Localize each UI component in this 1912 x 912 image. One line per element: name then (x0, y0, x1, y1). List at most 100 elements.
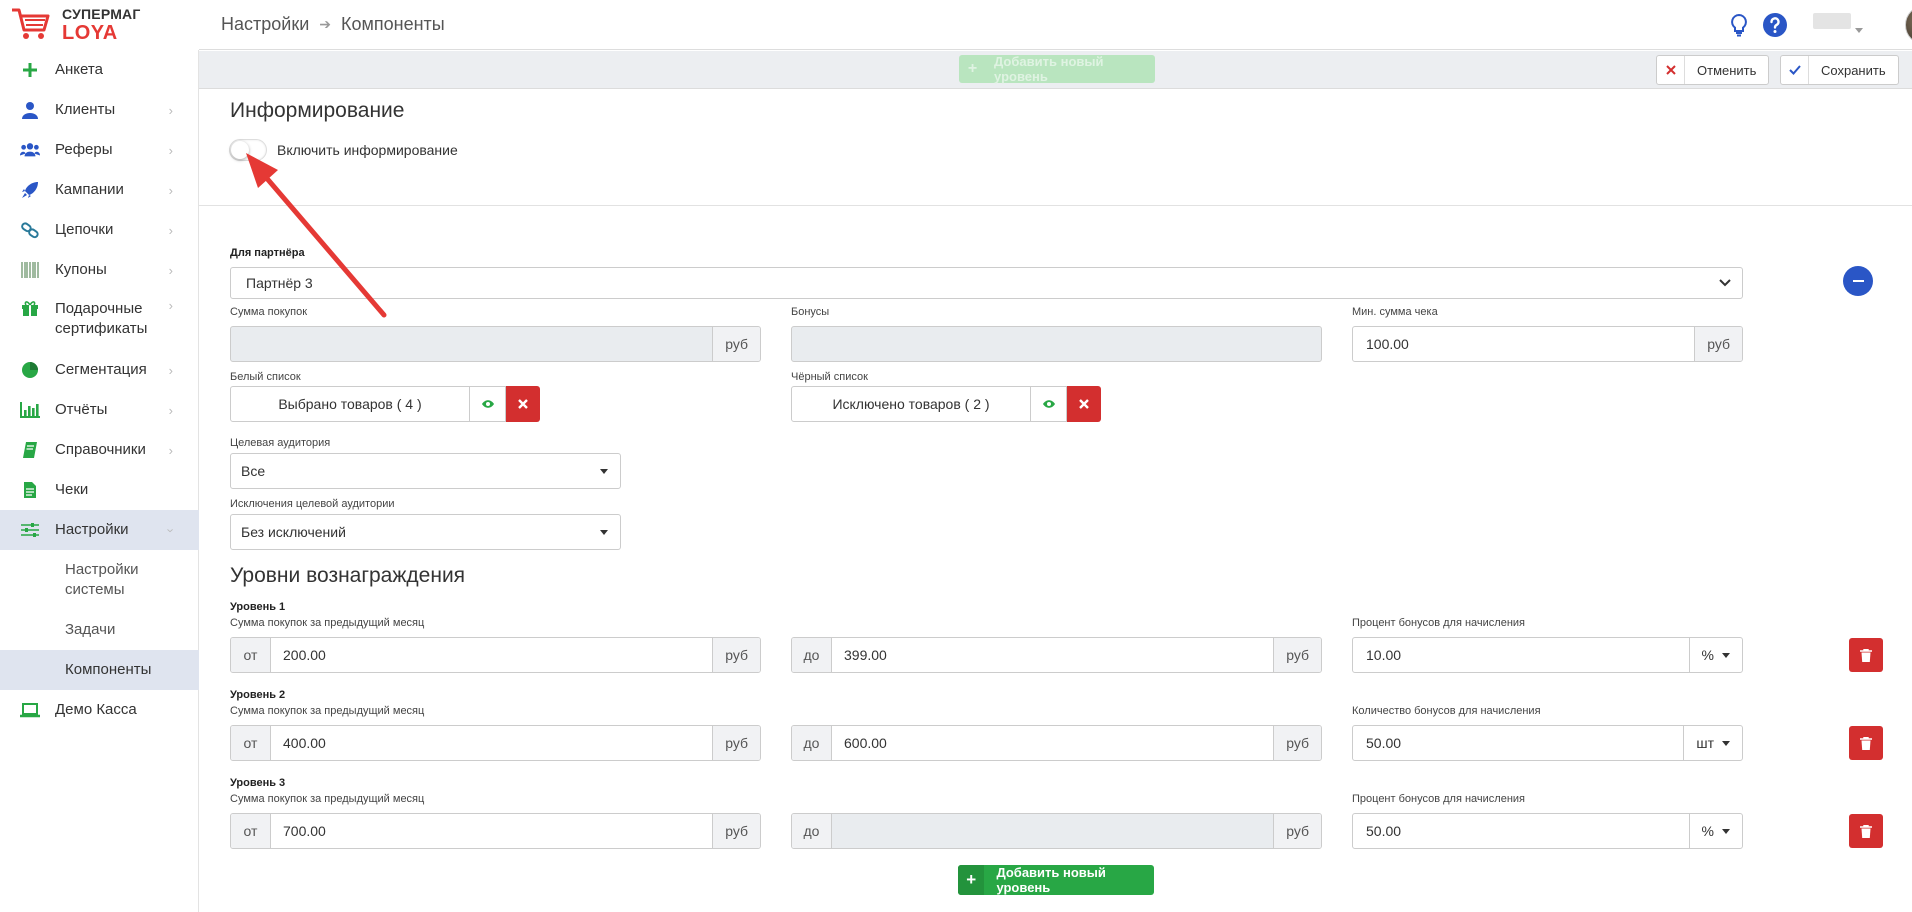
save-button[interactable]: Сохранить (1780, 55, 1899, 85)
level-to-value (832, 814, 1274, 848)
sidebar-item-reports[interactable]: Отчёты › (0, 390, 199, 430)
cancel-button[interactable]: Отменить (1656, 55, 1770, 85)
delete-level-button[interactable] (1849, 814, 1883, 848)
delete-level-button[interactable] (1849, 638, 1883, 672)
currency-addon: руб (1273, 814, 1321, 848)
sidebar-subitem-label: Компоненты (65, 661, 152, 678)
save-label: Сохранить (1821, 62, 1886, 78)
avatar[interactable] (1905, 5, 1912, 45)
bonuses-label: Бонусы (791, 306, 830, 318)
gift-icon (20, 298, 40, 318)
level-bonus-label: Процент бонусов для начисления (1352, 617, 1526, 629)
sidebar-item-campaigns[interactable]: Кампании › (0, 170, 199, 210)
users-icon (20, 140, 40, 160)
user-icon (20, 100, 40, 120)
chevron-right-icon: › (168, 102, 173, 118)
sidebar-item-label: Реферы (55, 141, 113, 158)
sidebar-item-gift-certificates[interactable]: Подарочные сертификаты › (0, 290, 199, 350)
level-to-field[interactable]: до руб (791, 813, 1322, 849)
sidebar-item-receipts[interactable]: Чеки (0, 470, 199, 510)
chevron-right-icon: › (168, 262, 173, 278)
logo-line2: LOYA (62, 22, 118, 44)
audience-exclusions-select[interactable]: Без исключений (230, 514, 621, 550)
eye-icon[interactable] (1031, 386, 1067, 422)
partner-select[interactable]: Партнёр 3 (230, 267, 1743, 299)
sidebar-item-questionnaire[interactable]: Анкета (0, 50, 199, 90)
sidebar-subitem-tasks[interactable]: Задачи (0, 610, 199, 650)
audience-label: Целевая аудитория (230, 437, 331, 449)
bonus-unit-value: % (1701, 823, 1714, 839)
close-icon (518, 399, 528, 409)
trash-icon (1860, 736, 1872, 750)
partner-label: Для партнёра (230, 247, 305, 259)
sidebar-subitem-components[interactable]: Компоненты (0, 650, 199, 690)
audience-select[interactable]: Все (230, 453, 621, 489)
breadcrumb-settings[interactable]: Настройки (221, 14, 309, 35)
remove-partner-button[interactable] (1843, 266, 1873, 296)
bonuses-field[interactable] (791, 326, 1322, 362)
min-check-value: 100.00 (1366, 336, 1409, 352)
level-from-field[interactable]: от 400.00 руб (230, 725, 761, 761)
sidebar-item-clients[interactable]: Клиенты › (0, 90, 199, 130)
level-bonus-field[interactable]: 50.00 % (1352, 813, 1743, 849)
sidebar-subitem-system-settings[interactable]: Настройки системы (0, 550, 199, 610)
sidebar-item-label: Анкета (55, 61, 103, 78)
sidebar-subitem-label-line2: системы (65, 581, 125, 598)
sidebar-item-demo-pos[interactable]: Демо Касса (0, 690, 199, 730)
currency-addon: руб (712, 814, 760, 848)
sidebar-item-chains[interactable]: Цепочки › (0, 210, 199, 250)
cancel-label: Отменить (1697, 62, 1757, 78)
rocket-icon (20, 180, 40, 200)
audience-exclusions-label: Исключения целевой аудитории (230, 498, 395, 510)
level-to-field[interactable]: до 399.00 руб (791, 637, 1322, 673)
delete-level-button[interactable] (1849, 726, 1883, 760)
user-name-placeholder[interactable] (1813, 13, 1851, 29)
help-icon[interactable] (1762, 12, 1788, 38)
user-menu-caret-icon[interactable] (1855, 20, 1863, 38)
chevron-down-icon: › (163, 527, 179, 533)
barcode-icon (20, 260, 40, 280)
logo[interactable]: СУПЕРМАГ LOYA (0, 0, 199, 50)
bonus-unit-value: шт (1696, 735, 1714, 751)
sidebar-item-coupons[interactable]: Купоны › (0, 250, 199, 290)
level-bonus-field[interactable]: 50.00 шт (1352, 725, 1743, 761)
sidebar-item-referrers[interactable]: Реферы › (0, 130, 199, 170)
level-from-field[interactable]: от 700.00 руб (230, 813, 761, 849)
add-level-button-disabled[interactable]: + Добавить новый уровень (959, 54, 1155, 84)
informing-toggle[interactable] (229, 139, 267, 161)
audience-select-value: Все (241, 463, 266, 479)
sidebar-item-label: Отчёты (55, 401, 108, 418)
chevron-right-icon: › (168, 402, 173, 418)
sidebar-item-segmentation[interactable]: Сегментация › (0, 350, 199, 390)
add-level-button[interactable]: + Добавить новый уровень (958, 865, 1154, 895)
top-bar: Настройки ➔ Компоненты (199, 0, 1912, 50)
blacklist-button[interactable]: Исключено товаров ( 2 ) (791, 386, 1031, 422)
level-to-field[interactable]: до 600.00 руб (791, 725, 1322, 761)
receipt-icon (20, 480, 40, 500)
audience-exclusions-value: Без исключений (241, 524, 346, 540)
bonus-unit-dropdown[interactable]: % (1688, 814, 1742, 848)
whitelist-label: Белый список (230, 371, 301, 383)
chevron-right-icon: › (168, 442, 173, 458)
bonus-unit-dropdown[interactable]: % (1688, 638, 1742, 672)
eye-icon[interactable] (470, 386, 506, 422)
min-check-field[interactable]: 100.00 руб (1352, 326, 1743, 362)
blacklist-label: Чёрный список (791, 371, 868, 383)
sidebar-item-directories[interactable]: Справочники › (0, 430, 199, 470)
currency-addon: руб (712, 327, 760, 361)
sidebar-item-settings[interactable]: Настройки › (0, 510, 199, 550)
level-bonus-label: Процент бонусов для начисления (1352, 793, 1526, 805)
sidebar-item-label-line2: сертификаты (55, 320, 148, 337)
clear-whitelist-button[interactable] (506, 386, 540, 422)
from-prefix: от (231, 726, 271, 760)
level-to-value: 600.00 (844, 735, 887, 751)
trash-icon (1860, 824, 1872, 838)
clear-blacklist-button[interactable] (1067, 386, 1101, 422)
whitelist-button[interactable]: Выбрано товаров ( 4 ) (230, 386, 470, 422)
bonus-unit-dropdown[interactable]: шт (1683, 726, 1742, 760)
level-from-field[interactable]: от 200.00 руб (230, 637, 761, 673)
sidebar-item-label: Настройки (55, 521, 129, 538)
level-bonus-field[interactable]: 10.00 % (1352, 637, 1743, 673)
lightbulb-icon[interactable] (1726, 12, 1752, 38)
purchase-sum-field[interactable]: руб (230, 326, 761, 362)
